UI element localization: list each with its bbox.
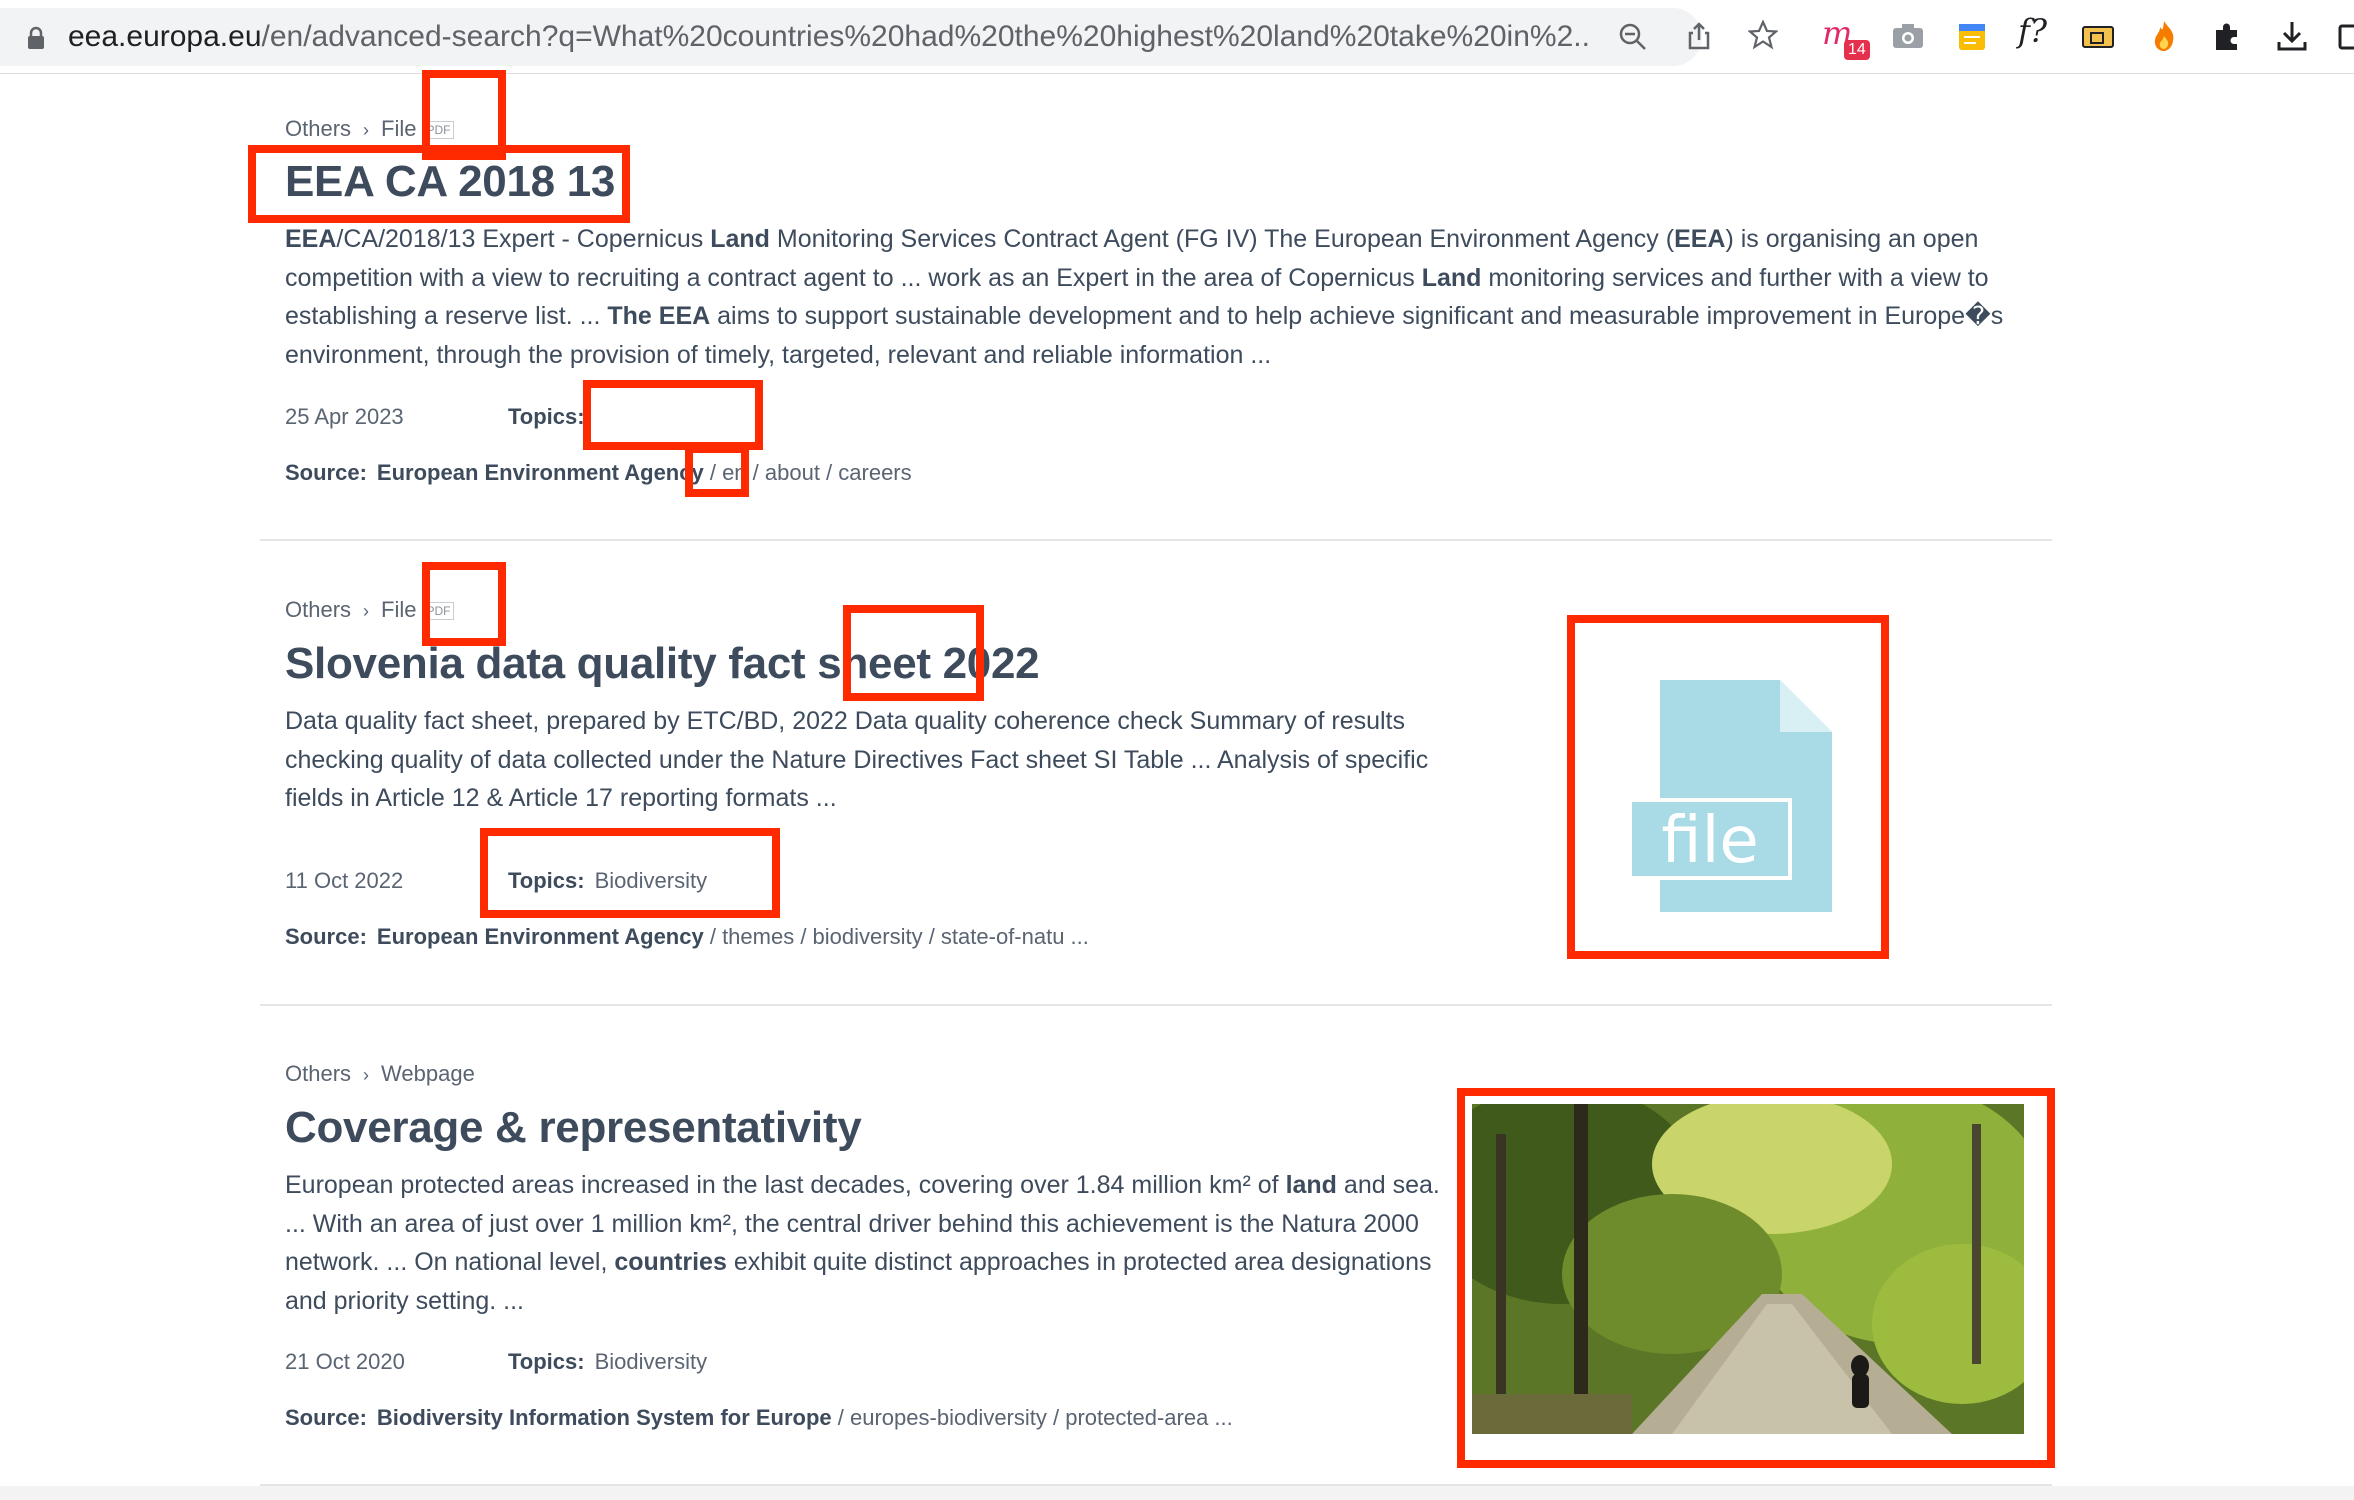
chevron-right-icon: › (363, 1065, 370, 1085)
topics-value[interactable]: Biodiversity (595, 1349, 707, 1374)
source-label: Source: (285, 460, 367, 485)
result-snippet: European protected areas increased in th… (285, 1171, 1440, 1315)
highlight-box-title-1 (248, 145, 630, 223)
breadcrumb-others[interactable]: Others (285, 597, 351, 622)
breadcrumb-others[interactable]: Others (285, 116, 351, 141)
url-domain: eea.europa.eu (68, 20, 262, 53)
result-topics: Topics: Biodiversity (508, 1349, 707, 1375)
result-source: Source: European Environment Agency / en … (285, 460, 912, 486)
source-path: / europes-biodiversity / protected-area … (831, 1405, 1233, 1430)
highlight-box-topics-1 (583, 380, 763, 450)
url-path: /en/advanced-search?q=What%20countries%2… (261, 20, 1588, 53)
result-date: 25 Apr 2023 (285, 404, 404, 429)
zoom-out-icon[interactable] (1618, 22, 1648, 52)
highlight-box-year-2022 (843, 605, 984, 701)
lock-icon[interactable] (26, 26, 46, 50)
extension-badge: 14 (1844, 40, 1870, 60)
highlight-box-topics-2 (480, 828, 780, 918)
extensions-puzzle-icon[interactable] (2210, 18, 2246, 54)
result-breadcrumb: Others › Webpage (285, 1061, 475, 1088)
side-panel-icon[interactable] (2338, 18, 2354, 54)
source-org[interactable]: European Environment Agency (377, 924, 704, 949)
bookmark-star-icon[interactable] (1748, 20, 1778, 50)
result-divider (260, 539, 2052, 541)
result-source: Source: European Environment Agency / the… (285, 924, 1089, 950)
breadcrumb-others[interactable]: Others (285, 1061, 351, 1086)
result-snippet: Data quality fact sheet, prepared by ETC… (285, 707, 1429, 812)
topics-label: Topics: (508, 1349, 585, 1374)
source-org[interactable]: European Environment Agency (377, 460, 704, 485)
source-org[interactable]: Biodiversity Information System for Euro… (377, 1405, 832, 1430)
result-topics: Topics: (508, 404, 595, 430)
topics-label: Topics: (508, 404, 585, 429)
highlight-box-file-thumbnail (1567, 615, 1889, 959)
highlight-box-pdf-tag-2 (422, 562, 506, 646)
source-label: Source: (285, 924, 367, 949)
share-icon[interactable] (1684, 21, 1714, 51)
url-text[interactable]: eea.europa.eu/en/advanced-search?q=What%… (68, 20, 1588, 54)
browser-toolbar: eea.europa.eu/en/advanced-search?q=What%… (0, 0, 2354, 74)
result-date: 21 Oct 2020 (285, 1349, 405, 1374)
notes-icon[interactable] (1954, 18, 1990, 54)
camera-icon[interactable] (1890, 18, 1926, 54)
result-source: Source: Biodiversity Information System f… (285, 1405, 1233, 1431)
result-snippet: EEA/CA/2018/13 Expert - Copernicus Land … (285, 225, 2004, 369)
download-icon[interactable] (2274, 18, 2310, 54)
folder-icon[interactable] (2080, 18, 2116, 54)
bottom-edge (0, 1486, 2354, 1500)
source-label: Source: (285, 1405, 367, 1430)
result-date: 11 Oct 2022 (285, 868, 404, 893)
chevron-right-icon: › (363, 120, 370, 140)
formula-icon[interactable]: f? (2018, 12, 2047, 50)
chevron-right-icon: › (363, 601, 370, 621)
highlight-box-photo-thumbnail (1457, 1088, 2055, 1468)
flame-icon[interactable] (2146, 18, 2182, 54)
result-title[interactable]: Coverage & representativity (285, 1102, 862, 1154)
breadcrumb-file[interactable]: File (381, 116, 416, 141)
source-path: / themes / biodiversity / state-of-natu … (703, 924, 1089, 949)
breadcrumb-file[interactable]: File (381, 597, 416, 622)
breadcrumb-webpage[interactable]: Webpage (381, 1061, 475, 1086)
result-divider (260, 1004, 2052, 1006)
address-bar[interactable]: eea.europa.eu/en/advanced-search?q=What%… (0, 8, 1710, 66)
highlight-box-source-en (685, 445, 749, 497)
